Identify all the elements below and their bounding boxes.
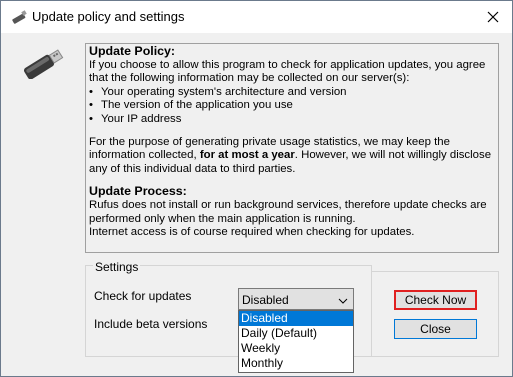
policy-intro: If you choose to allow this program to c…: [89, 58, 486, 85]
check-now-button[interactable]: Check Now: [394, 290, 477, 310]
option-monthly[interactable]: Monthly: [239, 356, 353, 371]
process-heading: Update Process:: [89, 184, 187, 199]
retention-bold-text: for at most a year: [199, 149, 295, 162]
policy-retention-paragraph: For the purpose of generating private us…: [89, 136, 495, 177]
close-window-button[interactable]: [474, 1, 512, 33]
policy-heading: Update Policy:: [89, 44, 176, 58]
close-icon: [487, 11, 499, 23]
internet-text: Internet access is of course required wh…: [89, 226, 415, 239]
frequency-dropdown-list: Disabled Daily (Default) Weekly Monthly: [238, 310, 354, 373]
policy-bullet: Your operating system's architecture and…: [89, 86, 495, 100]
update-settings-dialog: Update policy and settings Update Policy…: [0, 0, 513, 377]
close-button[interactable]: Close: [394, 319, 477, 339]
check-for-updates-label: Check for updates: [94, 289, 192, 303]
chevron-down-icon: [338, 294, 348, 308]
selected-value: Disabled: [242, 293, 289, 307]
process-text: Rufus does not install or run background…: [89, 198, 487, 225]
option-disabled[interactable]: Disabled: [239, 311, 353, 326]
policy-text-box[interactable]: Update Policy: If you choose to allow th…: [85, 43, 499, 253]
settings-group-label: Settings: [93, 260, 141, 274]
usb-drive-icon: [11, 10, 27, 27]
policy-bullet: Your IP address: [89, 113, 495, 127]
usb-drive-illustration: [21, 49, 65, 82]
buttons-group: [372, 271, 499, 357]
option-weekly[interactable]: Weekly: [239, 341, 353, 356]
option-daily[interactable]: Daily (Default): [239, 326, 353, 341]
check-frequency-select[interactable]: Disabled: [238, 288, 354, 310]
window-title: Update policy and settings: [32, 9, 185, 24]
include-beta-label: Include beta versions: [94, 317, 208, 331]
title-bar: Update policy and settings: [1, 1, 512, 33]
policy-bullet: The version of the application you use: [89, 99, 495, 113]
